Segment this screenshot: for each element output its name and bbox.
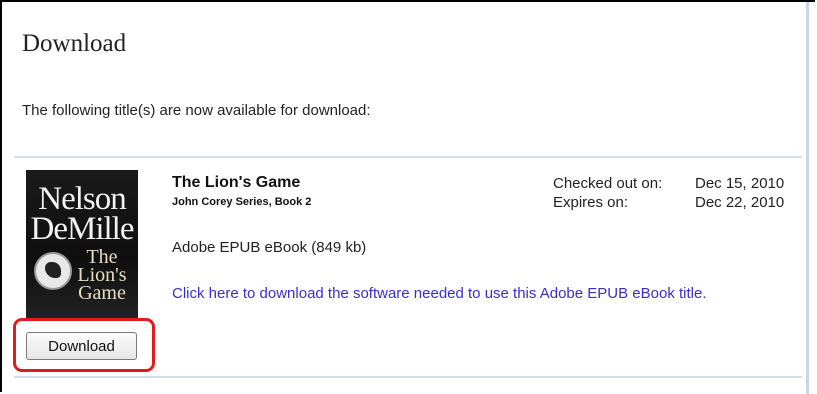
book-series: John Corey Series, Book 2 bbox=[172, 196, 312, 208]
divider-top bbox=[14, 156, 802, 158]
checked-out-date: Dec 15, 2010 bbox=[695, 175, 785, 192]
book-title: The Lion's Game bbox=[172, 174, 301, 191]
right-border bbox=[806, 2, 809, 394]
divider-bottom bbox=[14, 376, 802, 378]
cover-emblem-icon bbox=[34, 252, 72, 290]
page-title: Download bbox=[22, 30, 127, 57]
checkout-labels: Checked out on: Expires on: bbox=[553, 174, 662, 212]
book-cover-image: Nelson DeMille The Lion's Game bbox=[26, 170, 138, 318]
book-format: Adobe EPUB eBook (849 kb) bbox=[172, 239, 367, 256]
expires-label: Expires on: bbox=[553, 194, 629, 211]
checked-out-label: Checked out on: bbox=[553, 175, 663, 192]
expires-date: Dec 22, 2010 bbox=[695, 194, 785, 211]
software-download-link[interactable]: Click here to download the software need… bbox=[172, 284, 792, 304]
intro-text: The following title(s) are now available… bbox=[22, 102, 371, 119]
download-button[interactable]: Download bbox=[26, 332, 137, 360]
checkout-values: Dec 15, 2010 Dec 22, 2010 bbox=[695, 174, 784, 212]
cover-author: Nelson DeMille bbox=[30, 181, 135, 247]
cover-title: The Lion's Game bbox=[77, 246, 127, 304]
